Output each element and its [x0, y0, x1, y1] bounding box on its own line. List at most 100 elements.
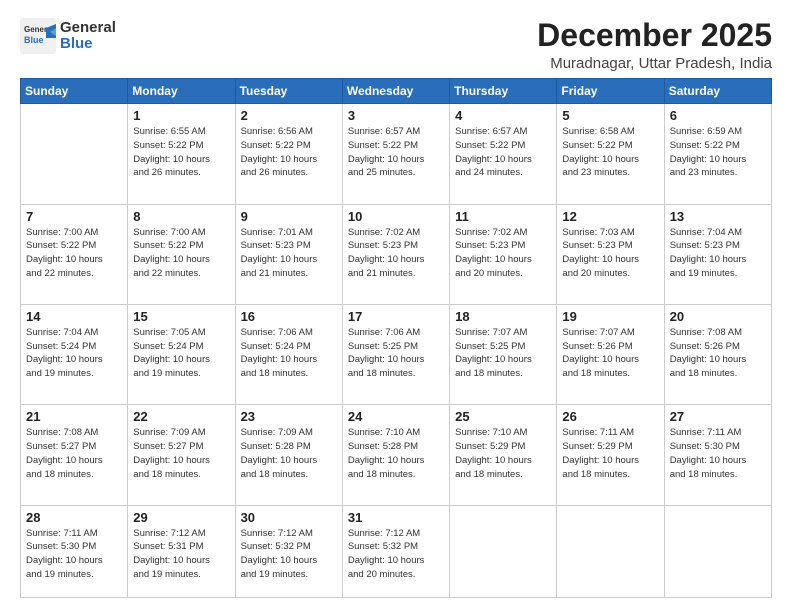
calendar-week-row: 14Sunrise: 7:04 AM Sunset: 5:24 PM Dayli…: [21, 304, 772, 404]
day-info: Sunrise: 7:06 AM Sunset: 5:24 PM Dayligh…: [241, 326, 337, 381]
day-number: 11: [455, 209, 551, 224]
page: General Blue General Blue December 2025 …: [0, 0, 792, 612]
day-number: 12: [562, 209, 658, 224]
header-monday: Monday: [128, 79, 235, 104]
table-row: 16Sunrise: 7:06 AM Sunset: 5:24 PM Dayli…: [235, 304, 342, 404]
table-row: 26 Sunrise: 7:11 AM Sunset: 5:29 PM Dayli…: [557, 405, 664, 505]
table-row: 30Sunrise: 7:12 AM Sunset: 5:32 PM Dayli…: [235, 505, 342, 597]
calendar-week-row: 7Sunrise: 7:00 AM Sunset: 5:22 PM Daylig…: [21, 204, 772, 304]
day-number: 8: [133, 209, 229, 224]
table-row: 9Sunrise: 7:01 AM Sunset: 5:23 PM Daylig…: [235, 204, 342, 304]
day-info: Sunrise: 7:00 AM Sunset: 5:22 PM Dayligh…: [26, 226, 122, 281]
day-number: 19: [562, 309, 658, 324]
calendar-week-row: 28Sunrise: 7:11 AM Sunset: 5:30 PM Dayli…: [21, 505, 772, 597]
table-row: 24Sunrise: 7:10 AM Sunset: 5:28 PM Dayli…: [342, 405, 449, 505]
header: General Blue General Blue December 2025 …: [20, 18, 772, 72]
table-row: 28Sunrise: 7:11 AM Sunset: 5:30 PM Dayli…: [21, 505, 128, 597]
table-row: 8Sunrise: 7:00 AM Sunset: 5:22 PM Daylig…: [128, 204, 235, 304]
header-wednesday: Wednesday: [342, 79, 449, 104]
table-row: 11 Sunrise: 7:02 AM Sunset: 5:23 PM Dayli…: [450, 204, 557, 304]
day-info: Sunrise: 7:09 AM Sunset: 5:28 PM Dayligh…: [241, 426, 337, 481]
calendar-week-row: 1Sunrise: 6:55 AM Sunset: 5:22 PM Daylig…: [21, 104, 772, 204]
day-number: 26: [562, 409, 658, 424]
day-number: 4: [455, 108, 551, 123]
table-row: 10 Sunrise: 7:02 AM Sunset: 5:23 PM Dayli…: [342, 204, 449, 304]
svg-text:Blue: Blue: [24, 35, 44, 45]
header-thursday: Thursday: [450, 79, 557, 104]
table-row: 3 Sunrise: 6:57 AM Sunset: 5:22 PM Daylig…: [342, 104, 449, 204]
table-row: 21Sunrise: 7:08 AM Sunset: 5:27 PM Dayli…: [21, 405, 128, 505]
day-info: Sunrise: 7:11 AM Sunset: 5:29 PM Dayligh…: [562, 426, 658, 481]
day-number: 5: [562, 108, 658, 123]
table-row: [557, 505, 664, 597]
day-number: 6: [670, 108, 766, 123]
table-row: 12Sunrise: 7:03 AM Sunset: 5:23 PM Dayli…: [557, 204, 664, 304]
day-number: 23: [241, 409, 337, 424]
day-number: 27: [670, 409, 766, 424]
day-info: Sunrise: 6:59 AM Sunset: 5:22 PM Dayligh…: [670, 125, 766, 180]
table-row: 14Sunrise: 7:04 AM Sunset: 5:24 PM Dayli…: [21, 304, 128, 404]
calendar-table: Sunday Monday Tuesday Wednesday Thursday…: [20, 78, 772, 598]
day-number: 24: [348, 409, 444, 424]
day-number: 21: [26, 409, 122, 424]
table-row: 23 Sunrise: 7:09 AM Sunset: 5:28 PM Dayli…: [235, 405, 342, 505]
location: Muradnagar, Uttar Pradesh, India: [537, 55, 772, 72]
day-info: Sunrise: 7:07 AM Sunset: 5:26 PM Dayligh…: [562, 326, 658, 381]
header-friday: Friday: [557, 79, 664, 104]
logo: General Blue General Blue: [20, 18, 116, 54]
logo-text: General Blue: [60, 20, 116, 53]
day-number: 3: [348, 108, 444, 123]
table-row: 29 Sunrise: 7:12 AM Sunset: 5:31 PM Dayli…: [128, 505, 235, 597]
table-row: 31Sunrise: 7:12 AM Sunset: 5:32 PM Dayli…: [342, 505, 449, 597]
day-number: 13: [670, 209, 766, 224]
day-info: Sunrise: 7:10 AM Sunset: 5:29 PM Dayligh…: [455, 426, 551, 481]
day-info: Sunrise: 7:02 AM Sunset: 5:23 PM Dayligh…: [455, 226, 551, 281]
day-number: 1: [133, 108, 229, 123]
table-row: 13 Sunrise: 7:04 AM Sunset: 5:23 PM Dayli…: [664, 204, 771, 304]
day-info: Sunrise: 7:12 AM Sunset: 5:31 PM Dayligh…: [133, 527, 229, 582]
table-row: 25Sunrise: 7:10 AM Sunset: 5:29 PM Dayli…: [450, 405, 557, 505]
day-number: 9: [241, 209, 337, 224]
day-number: 28: [26, 510, 122, 525]
table-row: 19 Sunrise: 7:07 AM Sunset: 5:26 PM Dayli…: [557, 304, 664, 404]
logo-icon: General Blue: [20, 18, 56, 54]
day-info: Sunrise: 6:57 AM Sunset: 5:22 PM Dayligh…: [348, 125, 444, 180]
day-number: 2: [241, 108, 337, 123]
day-number: 22: [133, 409, 229, 424]
day-info: Sunrise: 7:12 AM Sunset: 5:32 PM Dayligh…: [241, 527, 337, 582]
day-info: Sunrise: 7:11 AM Sunset: 5:30 PM Dayligh…: [670, 426, 766, 481]
day-number: 29: [133, 510, 229, 525]
day-info: Sunrise: 6:56 AM Sunset: 5:22 PM Dayligh…: [241, 125, 337, 180]
table-row: 18 Sunrise: 7:07 AM Sunset: 5:25 PM Dayli…: [450, 304, 557, 404]
day-number: 18: [455, 309, 551, 324]
table-row: [450, 505, 557, 597]
table-row: 5 Sunrise: 6:58 AM Sunset: 5:22 PM Daylig…: [557, 104, 664, 204]
day-number: 14: [26, 309, 122, 324]
day-number: 31: [348, 510, 444, 525]
table-row: 15Sunrise: 7:05 AM Sunset: 5:24 PM Dayli…: [128, 304, 235, 404]
table-row: [21, 104, 128, 204]
table-row: 1Sunrise: 6:55 AM Sunset: 5:22 PM Daylig…: [128, 104, 235, 204]
day-info: Sunrise: 7:07 AM Sunset: 5:25 PM Dayligh…: [455, 326, 551, 381]
day-number: 17: [348, 309, 444, 324]
table-row: 4 Sunrise: 6:57 AM Sunset: 5:22 PM Daylig…: [450, 104, 557, 204]
day-info: Sunrise: 6:58 AM Sunset: 5:22 PM Dayligh…: [562, 125, 658, 180]
calendar-header-row: Sunday Monday Tuesday Wednesday Thursday…: [21, 79, 772, 104]
table-row: 27 Sunrise: 7:11 AM Sunset: 5:30 PM Dayli…: [664, 405, 771, 505]
header-sunday: Sunday: [21, 79, 128, 104]
day-number: 20: [670, 309, 766, 324]
table-row: 22Sunrise: 7:09 AM Sunset: 5:27 PM Dayli…: [128, 405, 235, 505]
header-saturday: Saturday: [664, 79, 771, 104]
header-tuesday: Tuesday: [235, 79, 342, 104]
table-row: 6 Sunrise: 6:59 AM Sunset: 5:22 PM Daylig…: [664, 104, 771, 204]
day-info: Sunrise: 7:06 AM Sunset: 5:25 PM Dayligh…: [348, 326, 444, 381]
day-number: 15: [133, 309, 229, 324]
logo-general-text: General: [60, 20, 116, 37]
table-row: 17 Sunrise: 7:06 AM Sunset: 5:25 PM Dayli…: [342, 304, 449, 404]
table-row: 2 Sunrise: 6:56 AM Sunset: 5:22 PM Daylig…: [235, 104, 342, 204]
day-number: 10: [348, 209, 444, 224]
day-info: Sunrise: 6:57 AM Sunset: 5:22 PM Dayligh…: [455, 125, 551, 180]
month-title: December 2025: [537, 18, 772, 53]
day-info: Sunrise: 7:04 AM Sunset: 5:23 PM Dayligh…: [670, 226, 766, 281]
day-info: Sunrise: 7:02 AM Sunset: 5:23 PM Dayligh…: [348, 226, 444, 281]
